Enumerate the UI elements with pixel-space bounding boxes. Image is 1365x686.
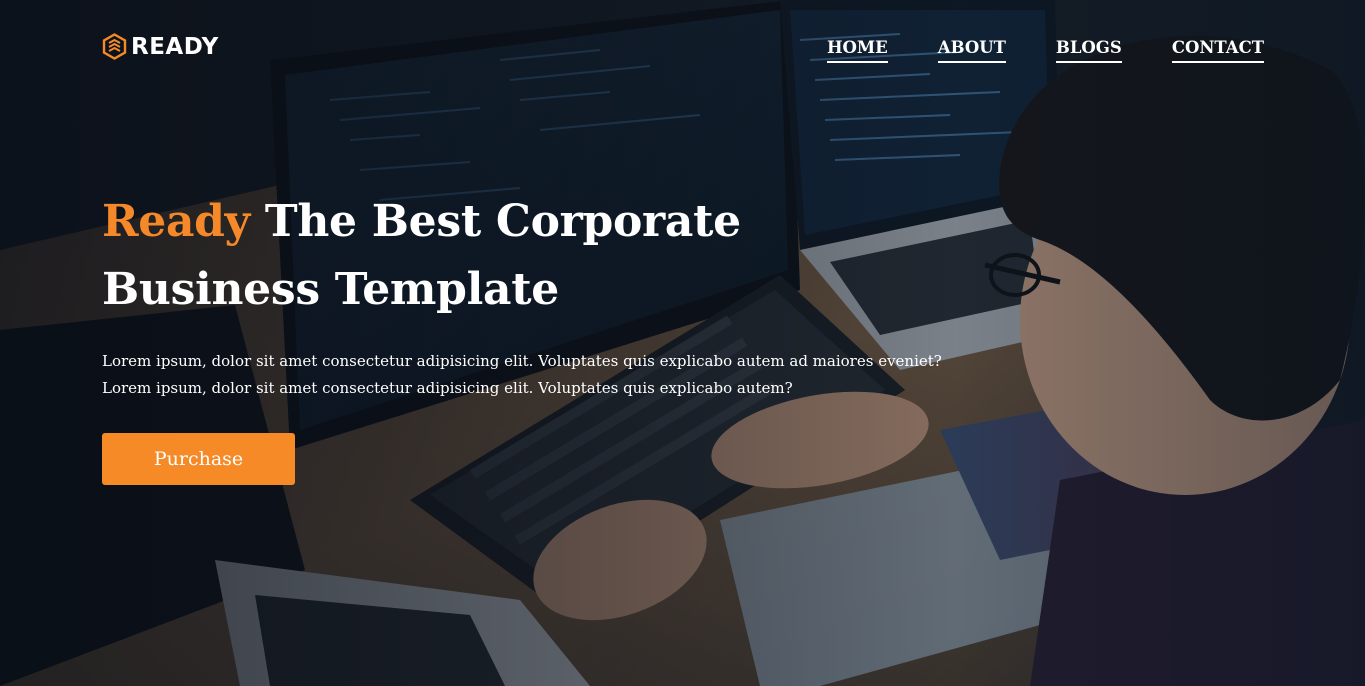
headline-accent: Ready [102, 196, 250, 247]
hexagon-layers-icon [102, 33, 127, 60]
hero-section: READY HOME ABOUT BLOGS CONTACT Ready The… [0, 0, 1365, 686]
brand-name: READY [131, 33, 219, 60]
hero-dark-overlay [0, 0, 1365, 686]
nav-item-contact[interactable]: CONTACT [1171, 38, 1264, 63]
lead-line-1: Lorem ipsum, dolor sit amet consectetur … [102, 352, 942, 370]
nav-item-home[interactable]: HOME [826, 38, 888, 63]
main-nav: HOME ABOUT BLOGS CONTACT [826, 38, 1264, 63]
hero-headline: Ready The Best Corporate Business Templa… [102, 188, 752, 324]
lead-line-2: Lorem ipsum, dolor sit amet consectetur … [102, 379, 793, 397]
purchase-button[interactable]: Purchase [102, 433, 295, 485]
hero-lead-text: Lorem ipsum, dolor sit amet consectetur … [102, 348, 1062, 402]
nav-item-blogs[interactable]: BLOGS [1055, 38, 1122, 63]
nav-item-about[interactable]: ABOUT [937, 38, 1006, 63]
brand-logo[interactable]: READY [102, 33, 219, 60]
